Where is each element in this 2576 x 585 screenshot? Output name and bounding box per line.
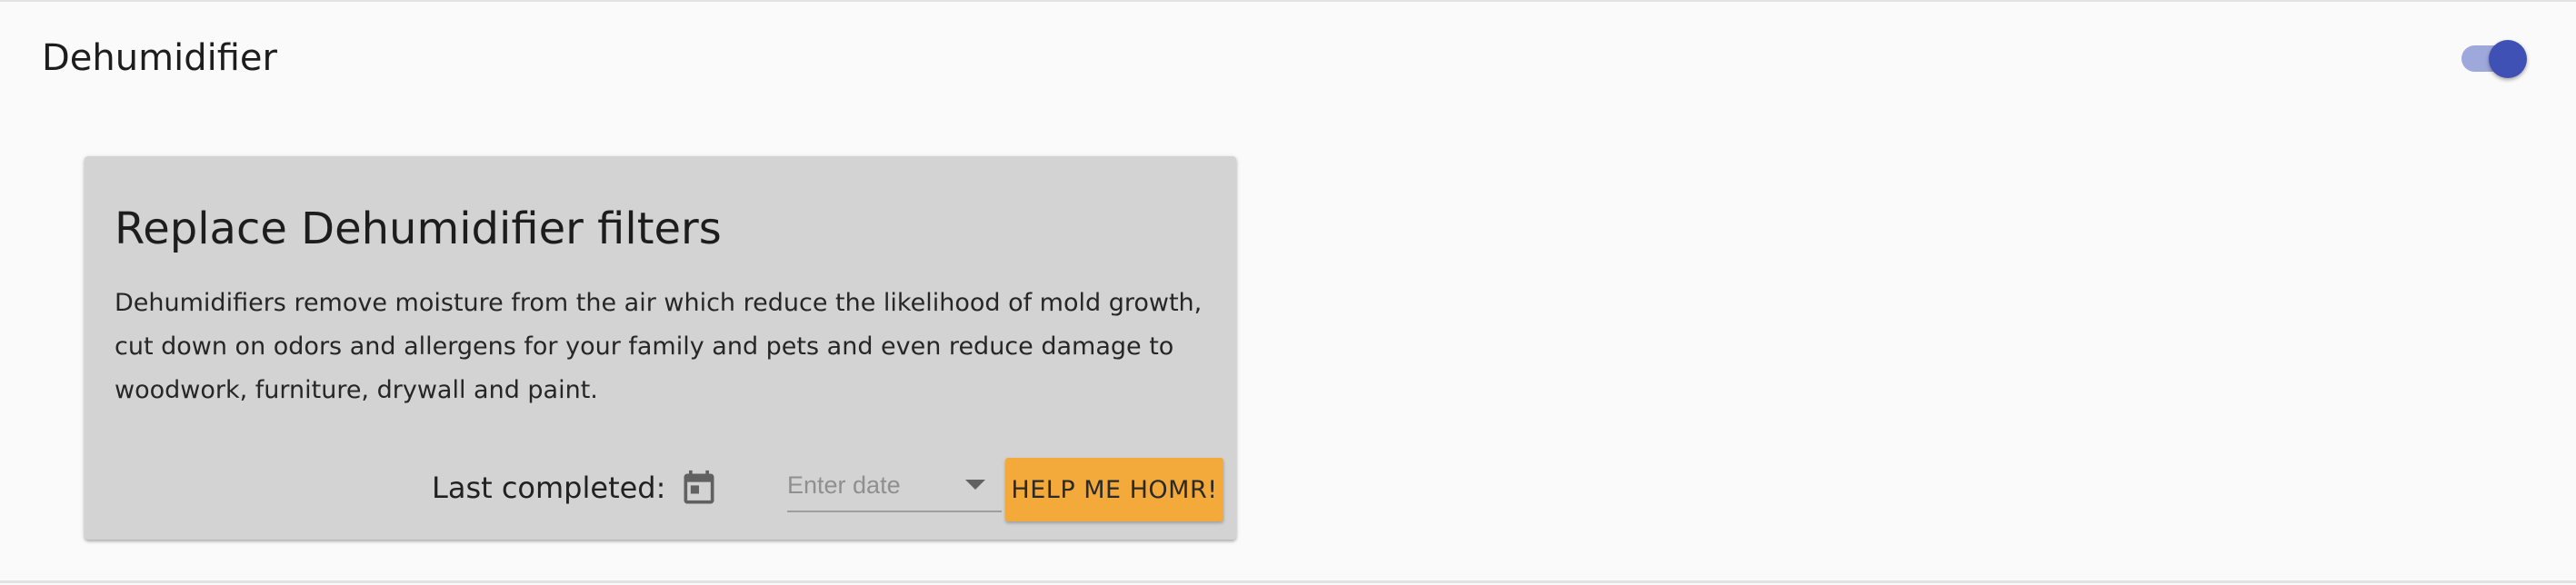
calendar-icon[interactable] <box>679 467 719 511</box>
bottom-divider <box>0 580 2576 583</box>
dehumidifier-toggle[interactable] <box>2454 36 2529 82</box>
help-me-homr-button[interactable]: HELP ME HOMR! <box>1005 458 1223 521</box>
top-divider <box>0 0 2576 2</box>
card-title: Replace Dehumidifier filters <box>115 203 722 254</box>
date-field[interactable] <box>787 461 1002 512</box>
last-completed-label: Last completed: <box>432 471 666 505</box>
toggle-thumb <box>2489 40 2527 78</box>
task-card: Replace Dehumidifier filters Dehumidifie… <box>85 156 1236 540</box>
section-title: Dehumidifier <box>42 37 277 79</box>
card-description: Dehumidifiers remove moisture from the a… <box>115 289 1203 404</box>
date-underline <box>787 511 1002 512</box>
date-input[interactable] <box>787 461 969 509</box>
chevron-down-icon[interactable] <box>965 480 985 490</box>
